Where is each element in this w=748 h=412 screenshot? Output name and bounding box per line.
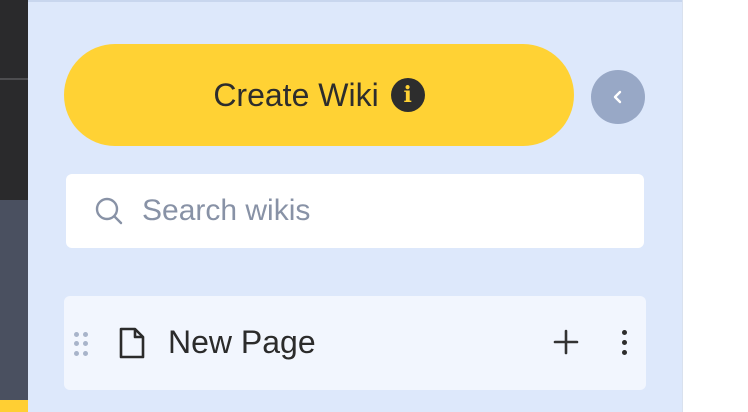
rail-accent — [0, 400, 28, 412]
page-list-item[interactable]: New Page — [64, 296, 646, 390]
app-navigation-rail — [0, 0, 28, 412]
wiki-sidebar: Create Wiki i New Pa — [28, 0, 682, 412]
chevron-left-icon — [613, 90, 622, 104]
create-wiki-button[interactable]: Create Wiki i — [64, 44, 574, 146]
add-subpage-button[interactable] — [548, 320, 584, 364]
plus-icon — [553, 329, 579, 355]
rail-divider — [0, 78, 28, 80]
rail-active-item[interactable] — [0, 200, 28, 400]
drag-handle-icon[interactable] — [74, 332, 88, 356]
collapse-sidebar-button[interactable] — [591, 70, 645, 124]
app-root: Create Wiki i New Pa — [0, 0, 748, 412]
search-input[interactable] — [142, 194, 602, 228]
info-icon[interactable]: i — [390, 78, 425, 112]
search-box[interactable] — [66, 174, 644, 248]
panel-divider — [682, 0, 683, 412]
search-icon — [95, 197, 123, 225]
page-title: New Page — [168, 324, 316, 360]
more-vertical-icon[interactable] — [612, 324, 636, 360]
file-icon — [119, 327, 145, 359]
create-wiki-label: Create Wiki — [213, 76, 379, 113]
